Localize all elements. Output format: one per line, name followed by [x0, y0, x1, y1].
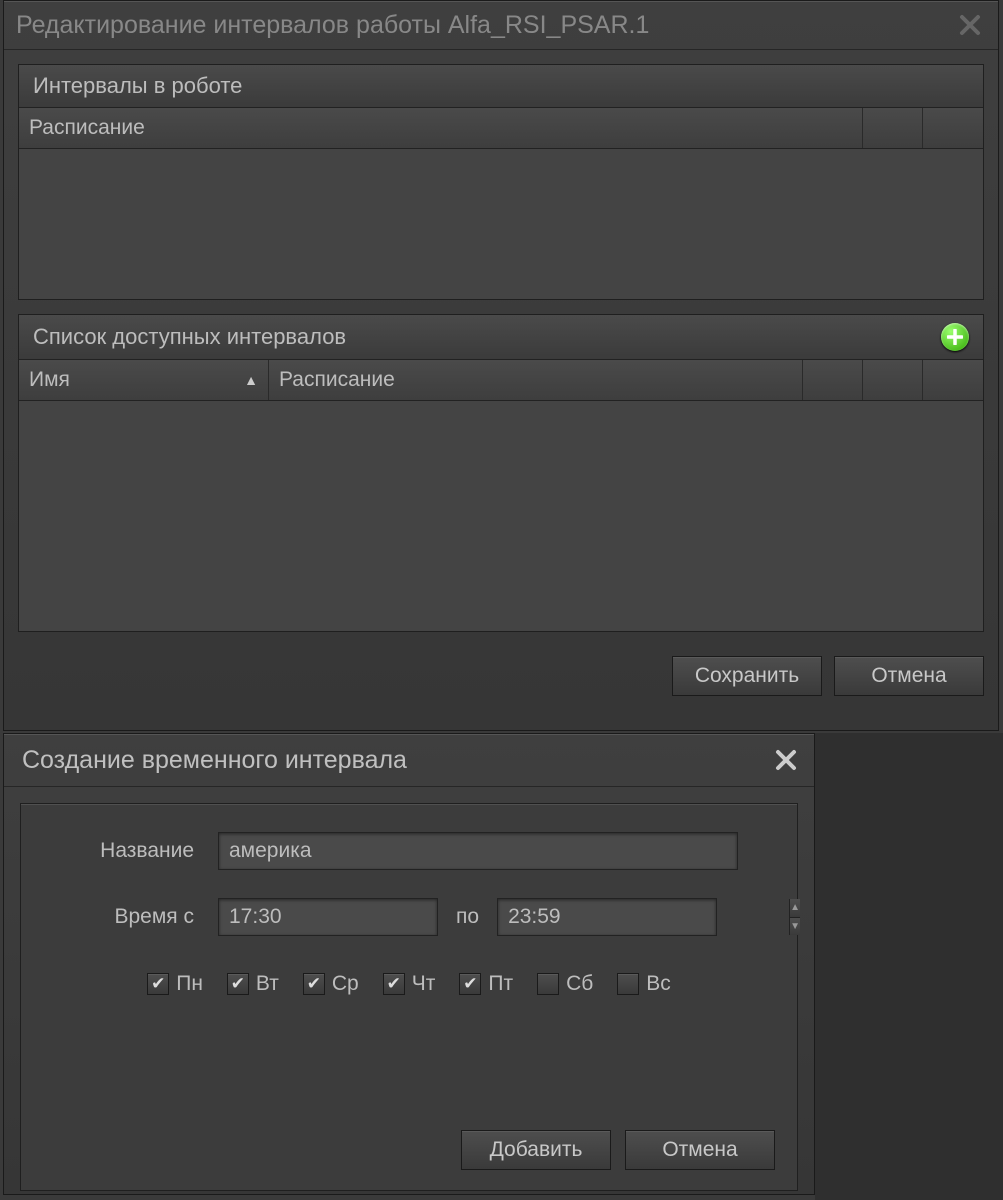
time-to-label: по: [438, 905, 497, 929]
section-title: Список доступных интервалов: [33, 324, 346, 350]
column-schedule[interactable]: Расписание: [19, 108, 863, 148]
add-button[interactable]: Добавить: [461, 1130, 611, 1170]
checkbox-icon[interactable]: [537, 973, 559, 995]
section-title: Интервалы в роботе: [33, 73, 242, 99]
window1-button-row: Сохранить Отмена: [4, 646, 998, 710]
window2-button-row: Добавить Отмена: [461, 1130, 775, 1170]
robot-intervals-panel: Интервалы в роботе Расписание: [18, 64, 984, 300]
backdrop-area: [815, 733, 1003, 1200]
available-intervals-panel: Список доступных интервалов Имя ▲ Распис…: [18, 314, 984, 632]
close-icon[interactable]: [770, 744, 802, 776]
checkbox-icon[interactable]: [617, 973, 639, 995]
available-intervals-table-head: Имя ▲ Расписание: [19, 360, 983, 401]
window-titlebar: Редактирование интервалов работы Alfa_RS…: [4, 1, 998, 50]
time-from-spinner[interactable]: ▲ ▼: [218, 898, 438, 936]
cancel-button[interactable]: Отмена: [834, 656, 984, 696]
edit-intervals-window: Редактирование интервалов работы Alfa_RS…: [3, 0, 999, 731]
checkbox-icon[interactable]: ✔: [383, 973, 405, 995]
column-action-1[interactable]: [803, 360, 863, 400]
create-interval-form: Название Время с ▲ ▼ по ▲ ▼ ✔ Пн ✔ Вт ✔ Ср ✔: [20, 803, 798, 1191]
save-button[interactable]: Сохранить: [672, 656, 822, 696]
sort-asc-icon: ▲: [244, 372, 258, 388]
time-to-spinner[interactable]: ▲ ▼: [497, 898, 717, 936]
time-to-spin-buttons: ▲ ▼: [789, 899, 800, 935]
column-action-3[interactable]: [923, 360, 983, 400]
day-label: Пн: [176, 972, 203, 996]
day-label: Вс: [646, 972, 671, 996]
column-action-2[interactable]: [863, 360, 923, 400]
day-checkbox-4[interactable]: ✔ Пт: [459, 972, 513, 996]
day-checkbox-0[interactable]: ✔ Пн: [147, 972, 203, 996]
column-name[interactable]: Имя ▲: [19, 360, 269, 400]
window-title: Редактирование интервалов работы Alfa_RS…: [16, 11, 649, 40]
weekdays-row: ✔ Пн ✔ Вт ✔ Ср ✔ Чт ✔ Пт Сб Вс: [43, 972, 775, 996]
checkbox-icon[interactable]: ✔: [303, 973, 325, 995]
name-input[interactable]: [218, 832, 738, 870]
day-label: Пт: [488, 972, 513, 996]
time-from-label: Время с: [43, 905, 218, 929]
day-checkbox-2[interactable]: ✔ Ср: [303, 972, 359, 996]
checkbox-icon[interactable]: ✔: [459, 973, 481, 995]
robot-intervals-table-head: Расписание: [19, 108, 983, 149]
time-to-input[interactable]: [498, 899, 789, 935]
checkbox-icon[interactable]: ✔: [227, 973, 249, 995]
window2-titlebar: Создание временного интервала: [4, 734, 814, 787]
column-action-1[interactable]: [863, 108, 923, 148]
available-intervals-table-body: [19, 401, 983, 631]
name-row: Название: [43, 832, 775, 870]
cancel-button[interactable]: Отмена: [625, 1130, 775, 1170]
day-label: Чт: [412, 972, 436, 996]
column-action-2[interactable]: [923, 108, 983, 148]
day-label: Вт: [256, 972, 279, 996]
checkbox-icon[interactable]: ✔: [147, 973, 169, 995]
day-label: Ср: [332, 972, 359, 996]
create-interval-window: Создание временного интервала Название В…: [3, 733, 815, 1195]
column-schedule[interactable]: Расписание: [269, 360, 803, 400]
day-checkbox-5[interactable]: Сб: [537, 972, 593, 996]
time-row: Время с ▲ ▼ по ▲ ▼: [43, 898, 775, 936]
name-label: Название: [43, 839, 218, 863]
available-intervals-header: Список доступных интервалов: [19, 315, 983, 360]
robot-intervals-header: Интервалы в роботе: [19, 65, 983, 108]
day-checkbox-1[interactable]: ✔ Вт: [227, 972, 279, 996]
add-interval-icon[interactable]: [941, 323, 969, 351]
close-icon[interactable]: [954, 9, 986, 41]
day-label: Сб: [566, 972, 593, 996]
robot-intervals-table-body: [19, 149, 983, 299]
day-checkbox-3[interactable]: ✔ Чт: [383, 972, 436, 996]
day-checkbox-6[interactable]: Вс: [617, 972, 671, 996]
spin-down-icon[interactable]: ▼: [790, 918, 800, 936]
window2-title: Создание временного интервала: [22, 746, 407, 775]
spin-up-icon[interactable]: ▲: [790, 899, 800, 918]
